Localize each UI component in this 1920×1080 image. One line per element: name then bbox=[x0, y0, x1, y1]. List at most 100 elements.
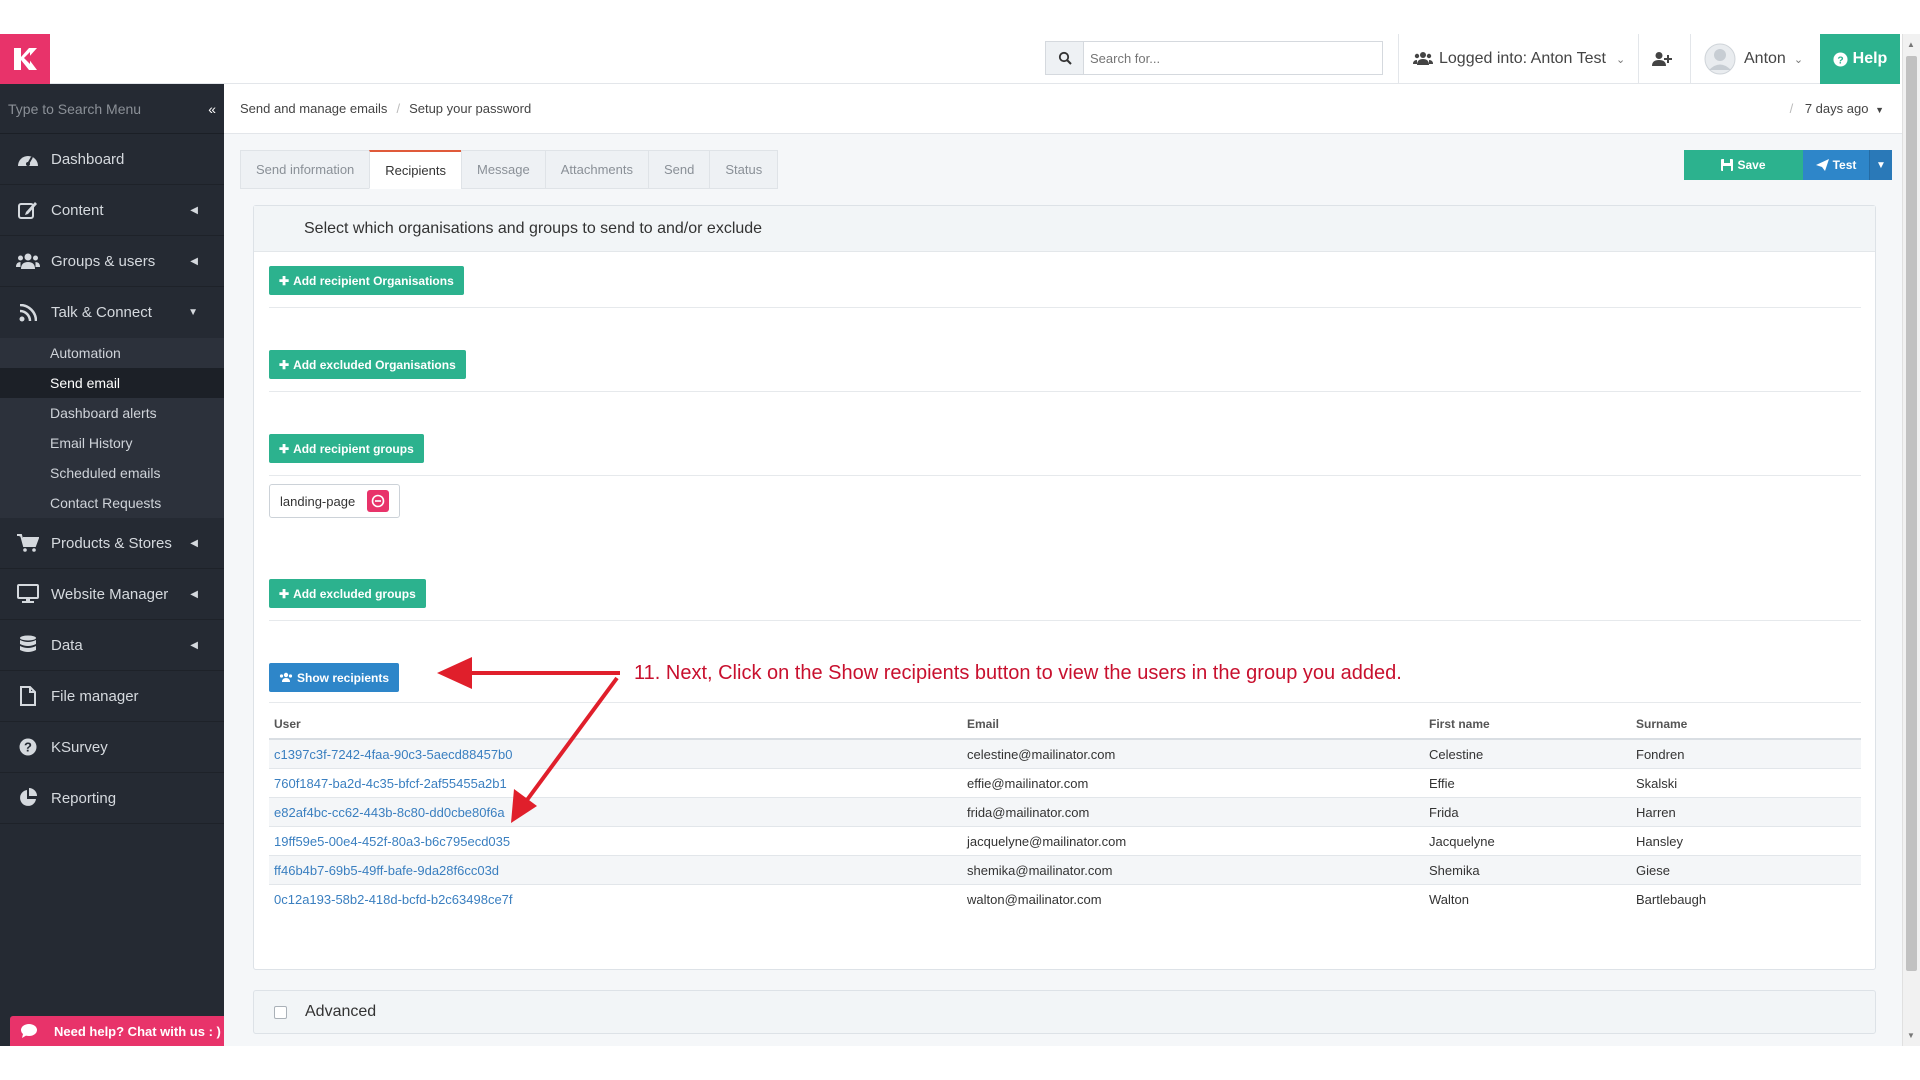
user-id-link[interactable]: ff46b4b7-69b5-49ff-bafe-9da28f6cc03d bbox=[269, 863, 967, 878]
first-name-cell: Effie bbox=[1429, 775, 1455, 791]
add-user-button[interactable] bbox=[1652, 34, 1672, 84]
email-cell: effie@mailinator.com bbox=[967, 775, 1089, 791]
sidebar-item-talk-connect[interactable]: Talk & Connect ▼ bbox=[0, 287, 224, 338]
add-recipient-organisations-button[interactable]: ✚ Add recipient Organisations bbox=[269, 266, 464, 295]
add-excluded-organisations-button[interactable]: ✚ Add excluded Organisations bbox=[269, 350, 466, 379]
collapse-sidebar-icon[interactable]: « bbox=[208, 101, 216, 117]
submenu-item-send-email[interactable]: Send email bbox=[0, 368, 224, 398]
paper-plane-icon bbox=[1815, 159, 1829, 171]
action-buttons: Save Test ▼ bbox=[1684, 150, 1892, 180]
logged-into-dropdown[interactable]: Logged into: Anton Test ⌄ bbox=[1413, 34, 1625, 84]
group-tag-label: landing-page bbox=[280, 493, 356, 509]
caret-down-icon: ▼ bbox=[1875, 105, 1884, 115]
user-id-link[interactable]: 760f1847-ba2d-4c35-bfcf-2af55455a2b1 bbox=[269, 776, 967, 791]
remove-group-button[interactable] bbox=[367, 490, 390, 512]
floppy-icon bbox=[1721, 159, 1734, 171]
submenu-item-contact-requests[interactable]: Contact Requests bbox=[0, 488, 224, 518]
last-modified-dropdown[interactable]: / 7 days ago ▼ bbox=[1790, 101, 1884, 116]
sidebar-item-content[interactable]: Content ◀ bbox=[0, 185, 224, 236]
sidebar-item-label: Dashboard bbox=[51, 150, 125, 168]
divider bbox=[1398, 34, 1399, 84]
submenu-item-scheduled-emails[interactable]: Scheduled emails bbox=[0, 458, 224, 488]
submenu-item-dashboard-alerts[interactable]: Dashboard alerts bbox=[0, 398, 224, 428]
test-button[interactable]: Test bbox=[1803, 150, 1869, 180]
caret-left-icon: ◀ bbox=[190, 639, 198, 651]
breadcrumb-item[interactable]: Send and manage emails bbox=[240, 101, 387, 116]
annotation-text: 11. Next, Click on the Show recipients b… bbox=[634, 662, 1402, 684]
breadcrumb-item-current: Setup your password bbox=[409, 101, 532, 116]
sidebar-item-data[interactable]: Data ◀ bbox=[0, 620, 224, 671]
caret-left-icon: ◀ bbox=[190, 588, 198, 600]
chevron-down-icon: ⌄ bbox=[1615, 53, 1626, 66]
caret-down-icon: ▼ bbox=[188, 307, 198, 318]
first-name-cell: Jacquelyne bbox=[1429, 833, 1495, 849]
test-options-dropdown[interactable]: ▼ bbox=[1869, 150, 1892, 180]
tab-send[interactable]: Send bbox=[648, 150, 710, 189]
page-scrollbar[interactable]: ▲ ▼ bbox=[1902, 34, 1920, 1046]
edit-icon bbox=[16, 198, 40, 222]
surname-cell: Harren bbox=[1636, 804, 1676, 820]
divider bbox=[269, 391, 1861, 392]
search-input[interactable] bbox=[1084, 42, 1382, 74]
tab-recipients[interactable]: Recipients bbox=[369, 150, 461, 189]
tab-message[interactable]: Message bbox=[460, 150, 545, 189]
sidebar-item-website-manager[interactable]: Website Manager ◀ bbox=[0, 569, 224, 620]
table-row: 760f1847-ba2d-4c35-bfcf-2af55455a2b1 eff… bbox=[269, 769, 1861, 798]
help-button[interactable]: ? Help bbox=[1820, 34, 1900, 84]
advanced-checkbox[interactable] bbox=[274, 1005, 287, 1019]
chat-label: Need help? Chat with us : ) bbox=[54, 1023, 221, 1039]
user-id-link[interactable]: 0c12a193-58b2-418d-bcfd-b2c63498ce7f bbox=[269, 892, 967, 907]
sidebar-item-reporting[interactable]: Reporting bbox=[0, 773, 224, 824]
advanced-section[interactable]: Advanced bbox=[253, 990, 1876, 1034]
sidebar-search[interactable]: Type to Search Menu « bbox=[0, 84, 224, 134]
sidebar-item-products-stores[interactable]: Products & Stores ◀ bbox=[0, 518, 224, 569]
chat-widget[interactable]: Need help? Chat with us : ) bbox=[10, 1016, 248, 1046]
user-id-link[interactable]: c1397c3f-7242-4faa-90c3-5aecd88457b0 bbox=[269, 747, 967, 762]
show-recipients-button[interactable]: Show recipients bbox=[269, 663, 400, 692]
plus-icon: ✚ bbox=[279, 441, 290, 456]
pie-chart-icon bbox=[16, 786, 40, 810]
sidebar-item-file-manager[interactable]: File manager bbox=[0, 671, 224, 722]
divider bbox=[269, 307, 1861, 308]
dashboard-icon bbox=[16, 147, 40, 171]
user-id-link[interactable]: 19ff59e5-00e4-452f-80a3-b6c795ecd035 bbox=[269, 834, 967, 849]
sidebar-item-label: Reporting bbox=[51, 789, 117, 807]
breadcrumb-separator: / bbox=[396, 101, 401, 116]
save-button[interactable]: Save bbox=[1684, 150, 1803, 180]
sidebar-item-dashboard[interactable]: Dashboard bbox=[0, 134, 224, 185]
scroll-up-icon[interactable]: ▲ bbox=[1907, 40, 1915, 49]
table-row: 0c12a193-58b2-418d-bcfd-b2c63498ce7f wal… bbox=[269, 885, 1861, 914]
first-name-cell: Shemika bbox=[1429, 862, 1480, 878]
submenu-item-automation[interactable]: Automation bbox=[0, 338, 224, 368]
table-row: e82af4bc-cc62-443b-8c80-dd0cbe80f6a frid… bbox=[269, 798, 1861, 827]
top-bar: Logged into: Anton Test ⌄ Anton ⌄ ? Help bbox=[0, 0, 1900, 84]
sidebar-item-ksurvey[interactable]: ? KSurvey bbox=[0, 722, 224, 773]
tab-status[interactable]: Status bbox=[709, 150, 779, 189]
submenu-item-email-history[interactable]: Email History bbox=[0, 428, 224, 458]
user-menu[interactable]: Anton ⌄ bbox=[1704, 34, 1803, 84]
sidebar-item-label: Website Manager bbox=[51, 585, 169, 603]
search-button[interactable] bbox=[1046, 42, 1084, 74]
question-circle-icon: ? bbox=[1833, 51, 1848, 67]
sidebar-search-label: Type to Search Menu bbox=[8, 100, 142, 117]
table-row: ff46b4b7-69b5-49ff-bafe-9da28f6cc03d she… bbox=[269, 856, 1861, 885]
test-label: Test bbox=[1832, 158, 1857, 172]
plus-icon: ✚ bbox=[279, 357, 290, 372]
sidebar-item-label: Content bbox=[51, 201, 104, 219]
add-excluded-groups-button[interactable]: ✚ Add excluded groups bbox=[269, 579, 426, 608]
tab-attachments[interactable]: Attachments bbox=[544, 150, 648, 189]
app-logo[interactable] bbox=[0, 34, 50, 84]
table-row: 19ff59e5-00e4-452f-80a3-b6c795ecd035 jac… bbox=[269, 827, 1861, 856]
surname-cell: Hansley bbox=[1636, 833, 1683, 849]
sidebar-item-label: Talk & Connect bbox=[51, 304, 152, 321]
sidebar-item-groups-users[interactable]: Groups & users ◀ bbox=[0, 236, 224, 287]
scroll-thumb[interactable] bbox=[1906, 56, 1917, 971]
tab-bar: Send information Recipients Message Atta… bbox=[240, 150, 779, 189]
tab-send-information[interactable]: Send information bbox=[240, 150, 370, 189]
divider bbox=[269, 475, 1861, 476]
add-recipient-groups-button[interactable]: ✚ Add recipient groups bbox=[269, 434, 424, 463]
scroll-down-icon[interactable]: ▼ bbox=[1907, 1031, 1915, 1040]
save-label: Save bbox=[1737, 158, 1766, 172]
user-id-link[interactable]: e82af4bc-cc62-443b-8c80-dd0cbe80f6a bbox=[269, 805, 967, 820]
sidebar: Type to Search Menu « Dashboard Content … bbox=[0, 84, 224, 1046]
